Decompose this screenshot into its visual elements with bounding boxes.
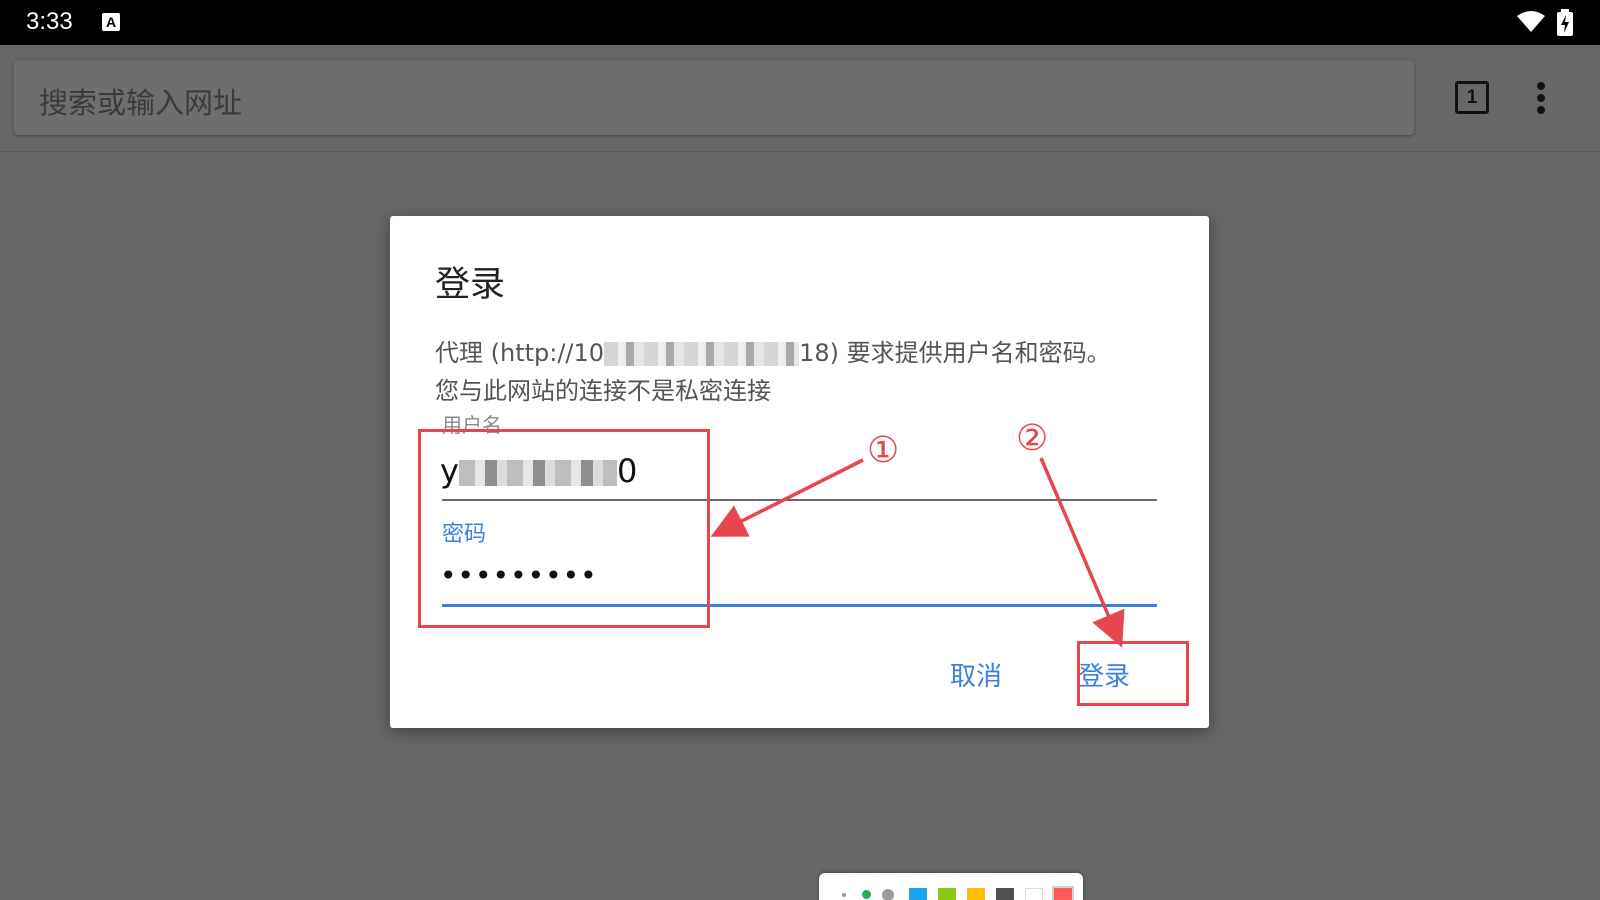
annotation-step-1: ① xyxy=(867,430,900,471)
swatch-blue[interactable] xyxy=(909,888,927,900)
arrow-to-credentials xyxy=(710,458,864,537)
pen-size-large[interactable] xyxy=(882,889,894,900)
annotation-arrows xyxy=(710,457,1125,648)
arrow-to-login xyxy=(1039,457,1125,648)
annotation-palette xyxy=(819,873,1083,900)
pen-size-medium[interactable] xyxy=(862,890,871,899)
swatch-dark-gray[interactable] xyxy=(996,888,1014,900)
swatch-red[interactable] xyxy=(1052,886,1074,900)
swatch-green[interactable] xyxy=(938,888,956,900)
swatch-yellow[interactable] xyxy=(967,888,985,900)
swatch-white[interactable] xyxy=(1025,888,1043,900)
annotation-step-2: ② xyxy=(1016,418,1049,459)
pen-size-small[interactable] xyxy=(842,893,846,897)
